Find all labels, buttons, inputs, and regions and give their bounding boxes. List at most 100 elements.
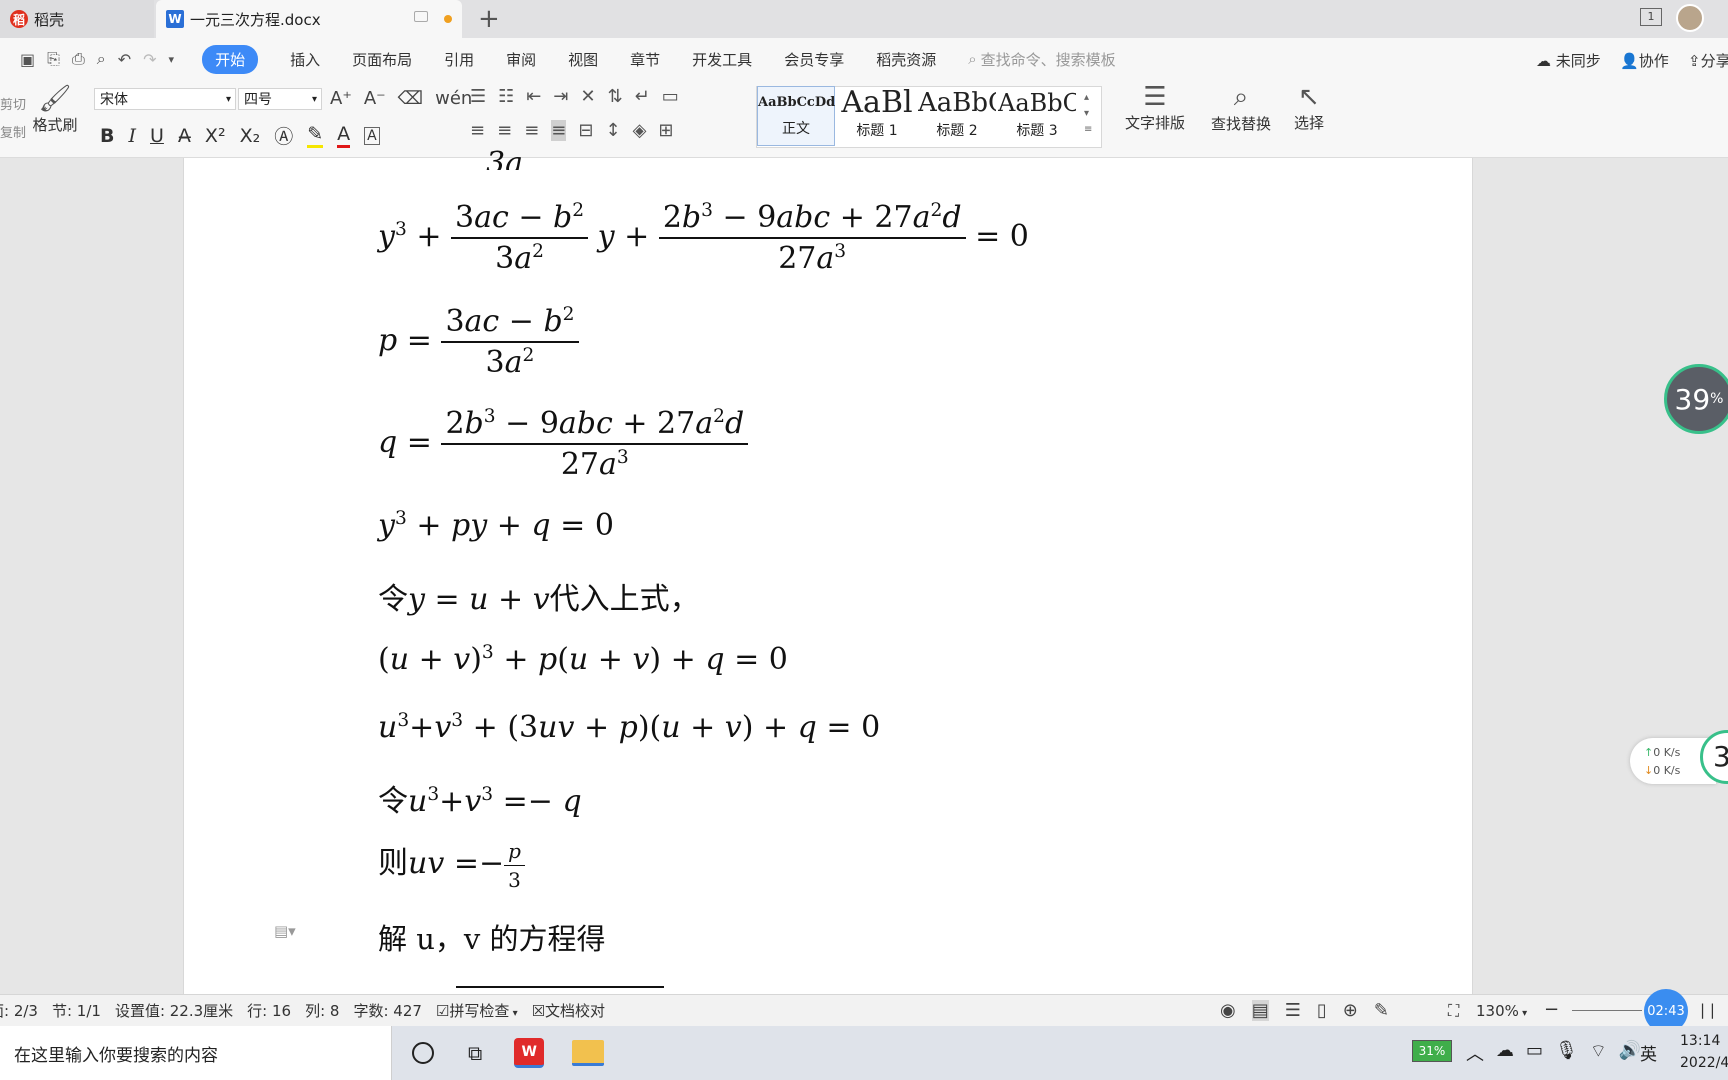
export-icon[interactable]: ⎘ [47,49,60,69]
menu-daoke-resources[interactable]: 稻壳资源 [876,49,936,70]
zoom-select[interactable]: 130% ▾ [1476,1002,1527,1020]
menu-references[interactable]: 引用 [444,49,474,70]
page-view-icon[interactable]: ▤ [1251,1000,1269,1021]
document-page[interactable] [183,158,1473,994]
menu-view[interactable]: 视图 [568,49,598,70]
status-word-count[interactable]: 字数: 427 [353,1000,421,1021]
sync-button[interactable]: ☁ 未同步 [1536,50,1601,71]
file-explorer-icon[interactable] [572,1040,605,1066]
text-layout-button[interactable]: ☰ 文字排版 [1112,82,1198,133]
outdent-icon[interactable]: ⇤ [526,86,541,107]
eye-protect-icon[interactable]: ◉ [1220,1000,1236,1021]
chevron-up-icon[interactable]: ︿ [1466,1040,1484,1066]
distribute-icon[interactable]: ⊟ [578,120,593,141]
microphone-icon[interactable]: 🎙 [1555,1040,1578,1066]
save-icon[interactable]: ▣ [20,50,35,69]
bullets-icon[interactable]: ☰ [470,86,486,107]
cloud-sync-icon[interactable]: ☁ [1496,1040,1514,1066]
tab-daoke[interactable]: 稻 稻壳 [0,0,154,38]
sort-icon[interactable]: ⇅ [608,86,623,107]
border-icon[interactable]: ⊞ [658,120,673,141]
indent-icon[interactable]: ⇥ [553,86,568,107]
style-heading-1[interactable]: AaBl 标题 1 [838,86,916,146]
fit-page-icon[interactable]: ⛶ [1448,1001,1459,1021]
battery-icon[interactable]: 31% [1412,1040,1452,1062]
char-border-icon[interactable]: A [364,126,380,145]
task-view-icon[interactable]: ⧉ [468,1041,482,1065]
spell-check-button[interactable]: ☑拼写检查 ▾ [436,1000,518,1021]
style-normal[interactable]: AaBbCcDd 正文 [757,86,835,146]
ime-indicator[interactable]: 英 [1640,1040,1657,1065]
chinese-layout-icon[interactable]: ✕ [580,86,595,107]
window-switch-icon[interactable]: 1 [1640,8,1662,26]
pen-icon[interactable]: ✎ [1374,1000,1389,1021]
menu-member[interactable]: 会员专享 [784,49,844,70]
pause-icon[interactable]: | | [1700,1001,1715,1019]
align-center-icon[interactable]: ≡ [497,120,512,141]
style-scroll[interactable]: ▴ ▾ ≡ [1084,90,1092,138]
bold-button[interactable]: B [100,125,114,147]
underline-button[interactable]: U [150,125,164,147]
grow-font-icon[interactable]: A⁺ [330,88,352,109]
menu-review[interactable]: 审阅 [506,49,536,70]
menu-chapter[interactable]: 章节 [630,49,660,70]
redo-icon[interactable]: ↷ [143,50,156,69]
highlight-icon[interactable]: ✎ [307,123,324,148]
preview-icon[interactable]: ⌕ [97,49,106,69]
avatar[interactable] [1676,4,1704,32]
justify-icon[interactable]: ≡ [551,120,567,141]
wps-app-icon[interactable]: W [514,1038,545,1068]
status-page[interactable]: 页面: 2/3 [0,1000,38,1021]
line-spacing-icon[interactable]: ↕ [605,120,620,141]
font-name-select[interactable]: 宋体 ▾ [94,88,236,110]
phonetic-icon[interactable]: wén [435,88,472,109]
taskbar-search-input[interactable]: 在这里输入你要搜索的内容 [0,1026,392,1080]
shading-icon[interactable]: ◈ [633,120,647,141]
style-heading-2[interactable]: AaBbC 标题 2 [918,86,996,146]
menu-page-layout[interactable]: 页面布局 [352,49,412,70]
numbering-icon[interactable]: ☷ [498,86,514,107]
command-search[interactable]: ⌕ 查找命令、搜索模板 [968,49,1115,70]
align-left-icon[interactable]: ≡ [470,120,485,141]
screen-icon[interactable] [414,11,428,22]
doc-check-button[interactable]: ☒文档校对 [532,1000,605,1021]
format-painter-button[interactable]: 🖌 格式刷 [30,84,80,135]
wifi-icon[interactable]: ⌔ [1590,1040,1607,1066]
paragraph-handle-icon[interactable]: ▤▾ [274,922,296,940]
menu-insert[interactable]: 插入 [290,49,320,70]
battery-status-icon[interactable]: ▭ [1526,1040,1543,1066]
volume-icon[interactable]: 🔊 [1619,1040,1641,1066]
print-icon[interactable]: ⎙ [72,49,85,69]
select-button[interactable]: ↖ 选择 [1284,82,1334,133]
font-color-icon[interactable]: A [337,123,351,148]
shrink-font-icon[interactable]: A⁻ [364,88,386,109]
copy-button[interactable]: 复制 [0,122,26,141]
outline-view-icon[interactable]: ☰ [1285,1000,1301,1021]
align-right-icon[interactable]: ≡ [524,120,539,141]
web-view-icon[interactable]: ⊕ [1343,1000,1358,1021]
find-replace-button[interactable]: ⌕ 查找替换 [1206,82,1276,134]
zoom-slider-track[interactable] [1572,1010,1642,1011]
menu-home[interactable]: 开始 [202,44,259,74]
clock[interactable]: 13:14 2022/4 [1680,1030,1728,1074]
undo-icon[interactable]: ↶ [118,50,131,69]
table-ruler-icon[interactable]: ▭ [662,86,679,107]
tab-document[interactable]: W 一元三次方程.docx [156,0,462,38]
cortana-icon[interactable] [412,1042,434,1064]
style-heading-3[interactable]: AaBbC 标题 3 [998,86,1076,146]
subscript-icon[interactable]: X₂ [240,125,261,147]
share-button[interactable]: ⇪分享 [1688,50,1728,71]
collab-button[interactable]: 👤协作 [1620,50,1669,71]
clear-format-icon[interactable]: ⌫ [398,88,423,109]
reading-view-icon[interactable]: ▯ [1317,1000,1327,1021]
new-tab-button[interactable]: + [478,4,500,34]
cut-button[interactable]: 剪切 [0,94,26,113]
show-marks-icon[interactable]: ↵ [635,86,650,107]
menu-developer[interactable]: 开发工具 [692,49,752,70]
superscript-icon[interactable]: X² [205,125,226,147]
font-size-select[interactable]: 四号 ▾ [238,88,322,110]
cpu-usage-widget[interactable]: 39% [1664,364,1728,434]
chevron-down-icon[interactable]: ▾ [169,53,175,66]
italic-button[interactable]: I [128,125,136,147]
text-effect-icon[interactable]: Ⓐ [274,122,293,149]
